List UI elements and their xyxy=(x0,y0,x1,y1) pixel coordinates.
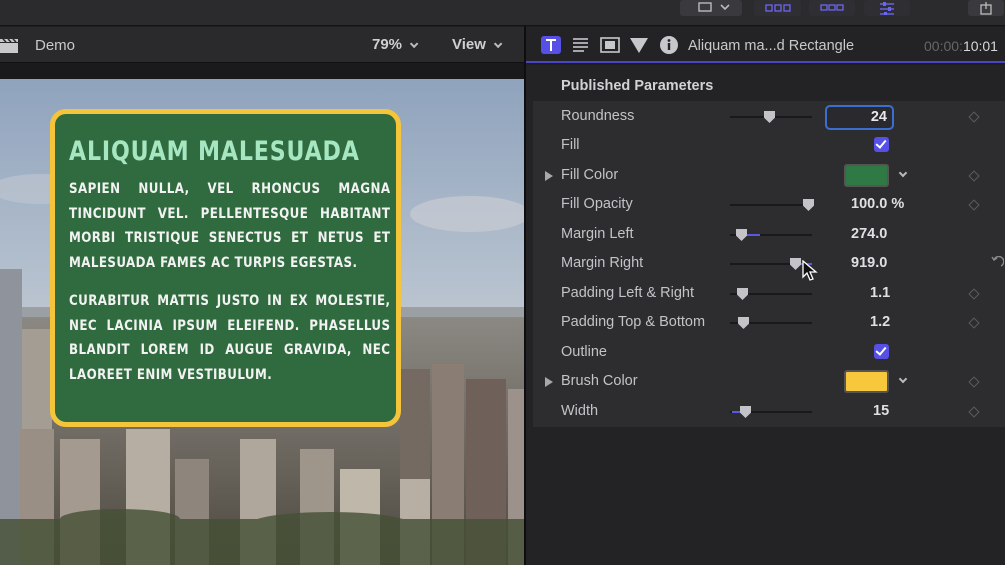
param-value: 24 xyxy=(870,109,887,125)
chevron-down-icon xyxy=(493,39,503,49)
browser-view-button[interactable] xyxy=(754,0,801,16)
timeline-view-button[interactable] xyxy=(809,0,855,16)
padding-tb-slider-knob[interactable] xyxy=(738,317,749,329)
fill-opacity-slider-track[interactable] xyxy=(730,204,812,206)
keyframe-diamond-icon[interactable] xyxy=(968,170,980,182)
param-value[interactable]: 100.0 % xyxy=(851,196,904,212)
view-menu-label: View xyxy=(452,36,486,53)
brush-color-swatch[interactable] xyxy=(844,370,889,393)
roundness-value-field[interactable]: 24 xyxy=(825,105,894,130)
param-value[interactable]: 274.0 xyxy=(851,226,887,242)
param-fill-color: Fill Color xyxy=(533,161,1005,190)
param-value[interactable]: 1.2 xyxy=(870,314,890,330)
margin-left-slider-knob[interactable] xyxy=(736,229,747,241)
mouse-pointer-icon xyxy=(802,260,818,281)
info-icon[interactable] xyxy=(659,36,679,54)
param-value[interactable]: 1.1 xyxy=(870,285,890,301)
param-margin-left: Margin Left 274.0 xyxy=(533,220,1005,249)
chevron-down-icon xyxy=(720,4,730,11)
param-padding-left-right: Padding Left & Right 1.1 xyxy=(533,279,1005,308)
keyframe-diamond-icon[interactable] xyxy=(968,111,980,123)
param-label: Padding Top & Bottom xyxy=(561,314,706,330)
param-brush-color: Brush Color xyxy=(533,367,1005,396)
triangle-disclosure-icon[interactable] xyxy=(545,171,553,181)
card-paragraph-2: CURABITUR MATTIS JUSTO IN EX MOLESTIE, N… xyxy=(69,293,391,383)
param-label: Width xyxy=(561,403,599,419)
roundness-slider-knob[interactable] xyxy=(764,111,775,123)
param-padding-top-bottom: Padding Top & Bottom 1.2 xyxy=(533,308,1005,337)
grid-view-icon xyxy=(764,4,791,12)
param-label: Padding Left & Right xyxy=(561,285,695,301)
top-toolbar xyxy=(0,0,1005,26)
keyframe-diamond-icon[interactable] xyxy=(968,376,980,388)
param-label: Outline xyxy=(561,344,607,360)
video-inspector-icon[interactable] xyxy=(600,36,620,54)
title-inspector-icon[interactable] xyxy=(571,36,591,54)
project-name: Demo xyxy=(35,37,76,54)
param-label: Margin Left xyxy=(561,226,634,242)
param-fill-opacity: Fill Opacity 100.0 % xyxy=(533,190,1005,219)
viewer-header: Demo 79% View xyxy=(0,27,524,63)
published-parameters-heading: Published Parameters xyxy=(561,78,714,94)
keyframe-diamond-icon[interactable] xyxy=(968,317,980,329)
sliders-icon xyxy=(880,2,894,15)
filter-icon[interactable] xyxy=(629,36,649,54)
card-title: ALIQUAM MALESUADA xyxy=(69,136,360,167)
param-label: Roundness xyxy=(561,108,635,124)
card-paragraph-1: SAPIEN NULLA, VEL RHONCUS MAGNA TINCIDUN… xyxy=(69,181,391,271)
inspector-timecode: 00:00:10:01 xyxy=(924,38,998,54)
padding-lr-slider-knob[interactable] xyxy=(737,288,748,300)
viewer-letterbox xyxy=(0,63,524,79)
fill-color-swatch[interactable] xyxy=(844,164,889,187)
fill-opacity-slider-knob[interactable] xyxy=(803,199,814,211)
text-inspector-icon[interactable] xyxy=(541,36,561,54)
chevron-down-icon[interactable] xyxy=(898,374,908,384)
param-fill: Fill xyxy=(533,131,1005,160)
inspector-toggle-button[interactable] xyxy=(864,0,910,16)
filmstrip-icon xyxy=(820,4,844,11)
param-roundness: Roundness 24 xyxy=(533,102,1005,131)
zoom-value: 79% xyxy=(372,36,403,53)
param-value[interactable]: 919.0 xyxy=(851,255,887,271)
title-card[interactable]: ALIQUAM MALESUADA SAPIEN NULLA, VEL RHON… xyxy=(50,109,401,427)
viewer-canvas[interactable]: ALIQUAM MALESUADA SAPIEN NULLA, VEL RHON… xyxy=(0,79,524,565)
fill-checkbox[interactable] xyxy=(874,137,889,152)
reset-arrow-icon[interactable] xyxy=(990,256,1004,270)
margin-right-slider-knob[interactable] xyxy=(790,258,801,270)
clapperboard-icon xyxy=(0,38,18,53)
keyframe-diamond-icon[interactable] xyxy=(968,406,980,418)
param-width: Width 15 xyxy=(533,397,1005,426)
display-icon xyxy=(698,2,730,12)
param-label: Brush Color xyxy=(561,373,638,389)
param-margin-right: Margin Right 919.0 xyxy=(533,249,1005,278)
param-label: Fill xyxy=(561,137,580,153)
triangle-disclosure-icon[interactable] xyxy=(545,377,553,387)
display-options-button[interactable] xyxy=(680,0,742,16)
param-outline: Outline xyxy=(533,338,1005,367)
share-icon xyxy=(980,2,992,15)
outline-checkbox[interactable] xyxy=(874,344,889,359)
keyframe-diamond-icon[interactable] xyxy=(968,199,980,211)
width-slider-knob[interactable] xyxy=(740,406,751,418)
param-label: Margin Right xyxy=(561,255,644,271)
timecode-dim: 00:00: xyxy=(924,38,963,54)
param-label: Fill Color xyxy=(561,167,619,183)
chevron-down-icon[interactable] xyxy=(898,168,908,178)
inspector-title: Aliquam ma...d Rectangle xyxy=(688,38,855,54)
chevron-down-icon xyxy=(409,39,419,49)
zoom-menu[interactable]: 79% xyxy=(372,36,419,53)
param-value[interactable]: 15 xyxy=(873,403,889,419)
view-menu[interactable]: View xyxy=(452,36,503,53)
keyframe-diamond-icon[interactable] xyxy=(968,288,980,300)
param-label: Fill Opacity xyxy=(561,196,633,212)
timecode-value: 10:01 xyxy=(962,38,998,54)
share-button[interactable] xyxy=(968,0,1004,16)
